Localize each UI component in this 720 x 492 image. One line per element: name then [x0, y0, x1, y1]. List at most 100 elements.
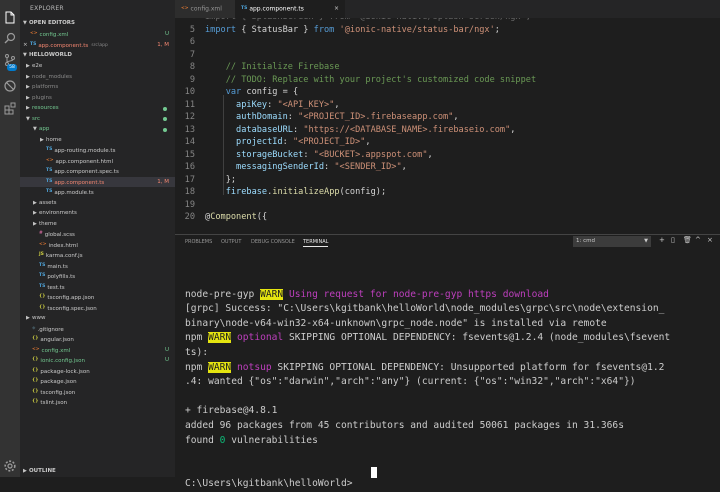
split-terminal-icon[interactable]: ▯: [671, 236, 675, 244]
code-line: 7: [175, 49, 720, 62]
panel-tab-debug-console[interactable]: DEBUG CONSOLE: [251, 237, 295, 247]
terminal-token: Using request for node-pre-gyp https dow…: [283, 288, 549, 300]
tree-item-label: test.ts: [47, 284, 65, 291]
tree-item[interactable]: {} angular.json: [20, 334, 175, 345]
line-number: 6: [189, 37, 195, 47]
close-icon[interactable]: ×: [23, 40, 28, 51]
open-editors-header[interactable]: ▼ OPEN EDITORS: [20, 18, 175, 29]
tree-item-label: www: [32, 315, 46, 321]
code-line: 8 // Initialize Firebase: [175, 61, 720, 74]
terminal-line: .4: wanted {"os":"darwin","arch":"any"} …: [185, 375, 670, 390]
code-token: "<API_KEY>": [277, 99, 335, 110]
tree-item[interactable]: ▶ e2e: [20, 61, 175, 72]
maximize-icon[interactable]: ^: [695, 236, 701, 244]
trash-icon[interactable]: 🗑: [683, 236, 692, 244]
tree-item[interactable]: ▶ home: [20, 135, 175, 146]
open-editor-name: app.component.ts: [38, 42, 89, 49]
terminal-token: + firebase@4.8.1: [185, 405, 278, 417]
tree-item[interactable]: TS app.module.ts: [20, 187, 175, 198]
tree-item[interactable]: ▶ node_modules: [20, 72, 175, 83]
code-line: 5 import { StatusBar } from '@ionic-nativ…: [175, 24, 720, 37]
tree-item-label: .gitignore: [37, 326, 64, 333]
debug-icon[interactable]: [2, 78, 18, 94]
tree-item[interactable]: ◆ .gitignore: [20, 324, 175, 335]
tree-item-label: tslint.json: [40, 399, 68, 406]
panel-tab-output[interactable]: OUTPUT: [221, 237, 241, 247]
add-terminal-icon[interactable]: +: [659, 236, 665, 244]
extensions-icon[interactable]: [2, 100, 18, 116]
code-editor[interactable]: import { SplashScreen } from '@ionic-nat…: [175, 18, 720, 234]
typescript-file-icon: TS: [39, 283, 46, 289]
tree-item[interactable]: {} tslint.json: [20, 397, 175, 408]
tree-item[interactable]: {} tsconfig.app.json: [20, 292, 175, 303]
code-token: Component: [210, 212, 257, 222]
outline-header[interactable]: ▶ OUTLINE: [20, 466, 56, 477]
close-icon[interactable]: ×: [334, 0, 339, 18]
tree-item[interactable]: {} ionic.config.json U: [20, 355, 175, 366]
warn-badge: WARN: [208, 332, 232, 344]
tree-entry: ▶ e2e: [26, 61, 42, 72]
tree-item[interactable]: ▶ assets: [20, 198, 175, 209]
tree-item[interactable]: TS app-routing.module.ts: [20, 145, 175, 156]
open-editor-item[interactable]: <> config.xml U: [20, 29, 175, 40]
typescript-file-icon: TS: [46, 168, 53, 173]
line-number: 13: [184, 124, 195, 135]
git-file-icon: ◆: [32, 325, 36, 331]
tree-item-label: tsconfig.app.json: [47, 294, 95, 301]
tree-item[interactable]: <> app.component.html: [20, 156, 175, 167]
code-token: // TODO: Replace with your project's cus…: [205, 74, 537, 85]
files-icon[interactable]: [2, 10, 18, 26]
tab-app-component-ts[interactable]: TS app.component.ts ×: [235, 0, 345, 18]
close-panel-icon[interactable]: ×: [707, 236, 713, 244]
code-token: var: [225, 87, 242, 97]
tree-item[interactable]: TS test.ts: [20, 282, 175, 293]
tree-entry: ▶ theme: [33, 219, 57, 230]
tree-item[interactable]: ▶ environments: [20, 208, 175, 219]
tree-item-label: polyfills.ts: [47, 273, 76, 280]
tree-item[interactable]: JS karma.conf.js: [20, 250, 175, 261]
tree-item[interactable]: {} package.json: [20, 376, 175, 387]
tree-item-label: app.component.html: [55, 158, 114, 165]
tree-item[interactable]: <> index.html: [20, 240, 175, 251]
tree-item[interactable]: {} tsconfig.spec.json: [20, 303, 175, 314]
code-token: ,: [365, 137, 371, 147]
code-token: ,: [401, 162, 407, 172]
terminal-output[interactable]: node-pre-gyp WARN Using request for node…: [185, 273, 670, 492]
modified-dot-icon: [163, 106, 167, 111]
tree-item[interactable]: ▼ app: [20, 124, 175, 135]
tree-item[interactable]: ▶ www: [20, 313, 175, 324]
tree-item[interactable]: {} package-lock.json: [20, 366, 175, 377]
code-line: 16 messagingSenderId: "<SENDER_ID>",: [175, 161, 720, 174]
code-token: ,: [334, 99, 340, 110]
tree-item[interactable]: ▶ plugins: [20, 93, 175, 104]
terminal-select[interactable]: 1: cmd ▼: [573, 236, 651, 247]
gear-icon[interactable]: [2, 458, 18, 474]
tree-item[interactable]: TS app.component.ts 1, M: [20, 176, 175, 187]
tree-item[interactable]: ▶ theme: [20, 219, 175, 230]
open-editor-item[interactable]: TS app.component.ts src\app 1, M ×: [20, 40, 175, 51]
code-token: config = {: [241, 87, 299, 97]
code-token: databaseURL: [205, 124, 293, 135]
panel-tab-terminal[interactable]: TERMINAL: [303, 237, 329, 247]
tree-item[interactable]: <> config.xml U: [20, 345, 175, 356]
explorer-sidebar: EXPLORER ▼ OPEN EDITORS <> config.xml U TS ap…: [20, 0, 175, 477]
tree-item[interactable]: {} tsconfig.json: [20, 387, 175, 398]
activity-bar: 58: [0, 0, 20, 477]
code-token: // Initialize Firebase: [205, 62, 340, 72]
tree-item-label: index.html: [48, 242, 78, 249]
tree-item[interactable]: TS main.ts: [20, 261, 175, 272]
tree-item-label: app.module.ts: [54, 189, 94, 196]
tree-item[interactable]: TS app.component.spec.ts: [20, 166, 175, 177]
terminal-token: node-pre-gyp: [185, 288, 261, 300]
tree-item-label: main.ts: [47, 263, 68, 270]
tree-item[interactable]: TS polyfills.ts: [20, 271, 175, 282]
tree-item[interactable]: ▶ resources: [20, 103, 175, 114]
tree-item[interactable]: ▶ platforms: [20, 82, 175, 93]
tree-item[interactable]: ▼ src: [20, 114, 175, 125]
panel-tab-problems[interactable]: PROBLEMS: [185, 237, 212, 247]
search-icon[interactable]: [2, 30, 18, 46]
tree-item-label: app: [39, 126, 50, 132]
tab-config-xml[interactable]: <> config.xml: [175, 0, 235, 18]
tree-item[interactable]: # global.scss: [20, 229, 175, 240]
